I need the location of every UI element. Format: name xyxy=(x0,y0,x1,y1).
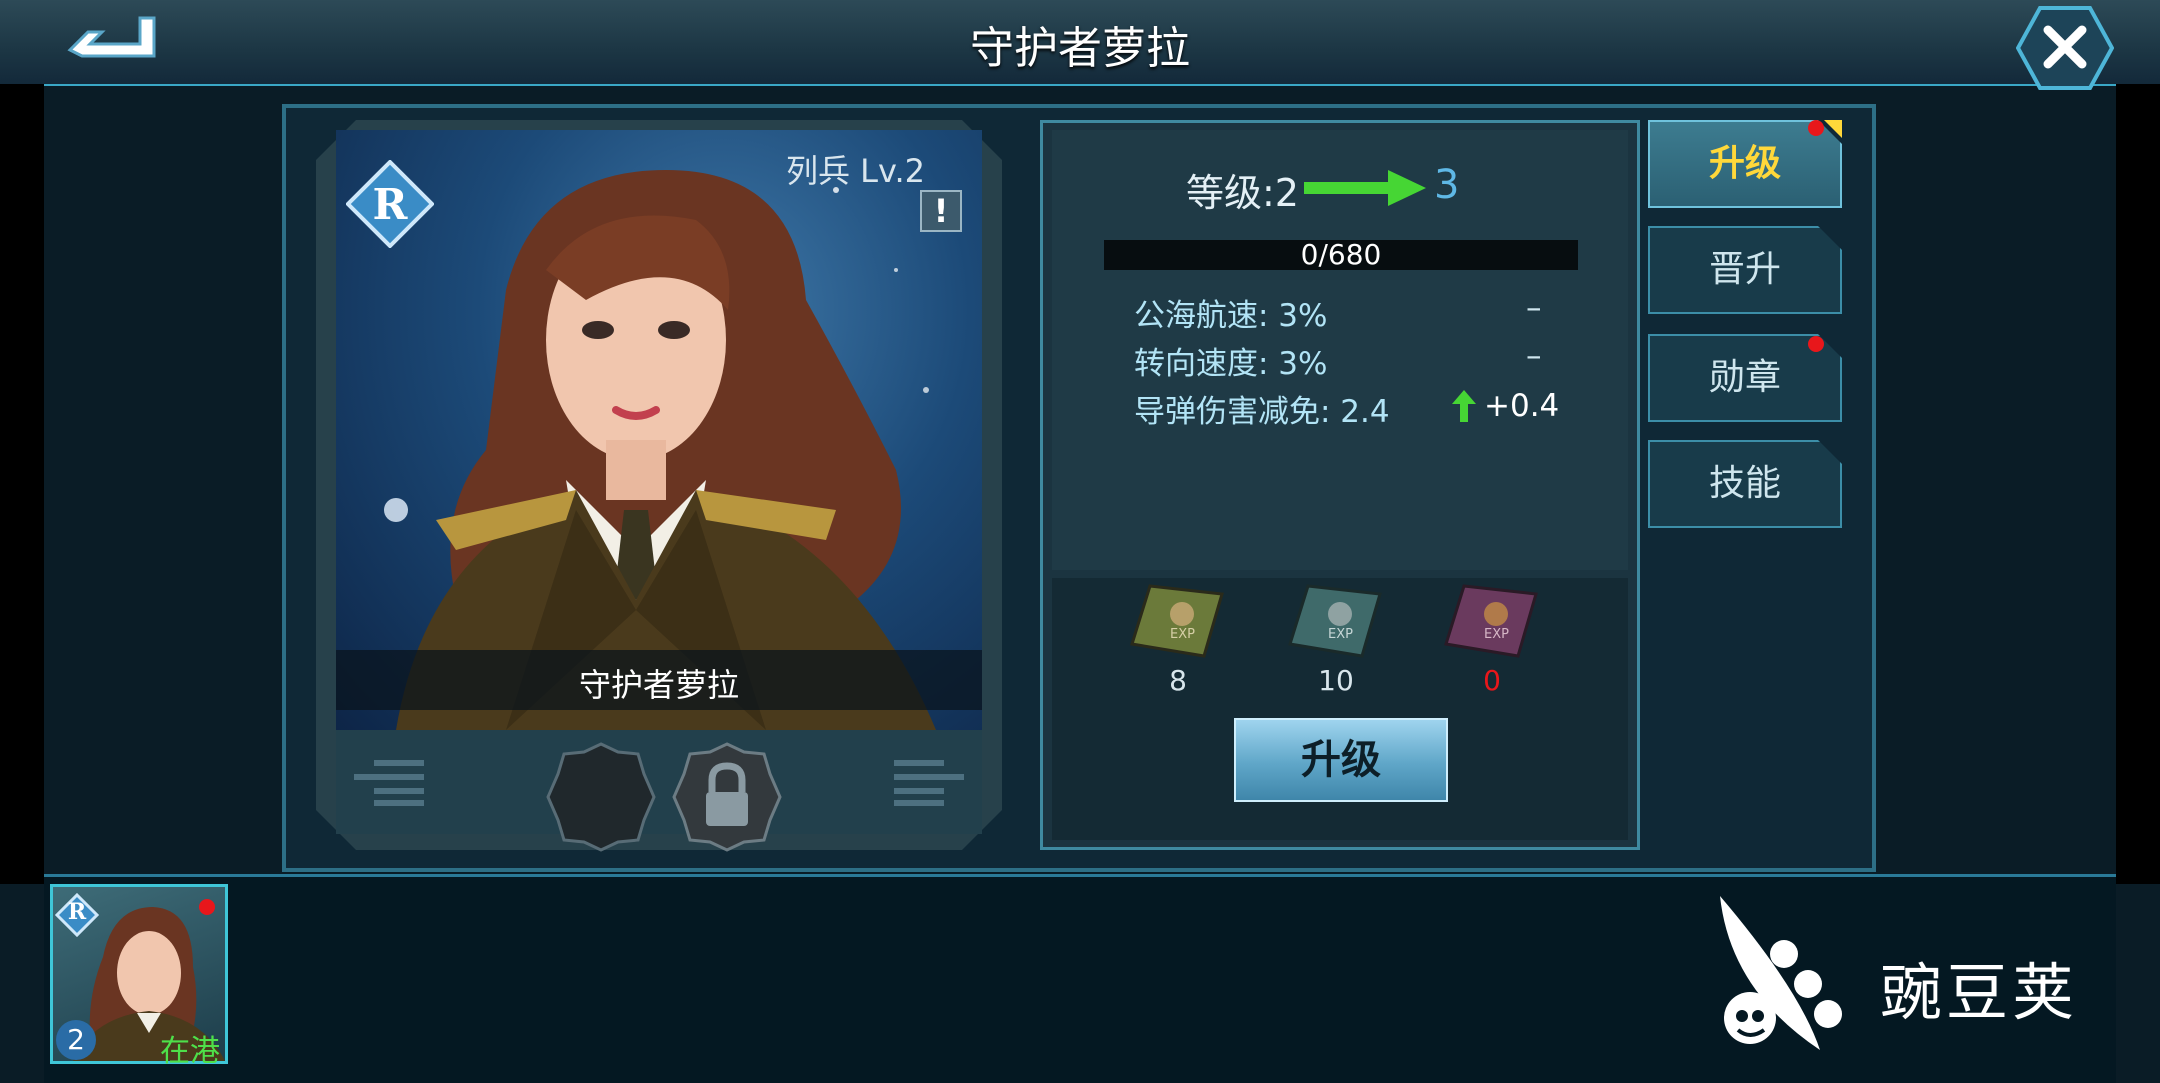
empty-slot-icon[interactable] xyxy=(546,742,656,852)
corner-marker-icon xyxy=(1824,120,1842,138)
stat-row: 导弹伤害减免: 2.4 xyxy=(1134,394,1390,430)
tab-upgrade[interactable]: 升级 xyxy=(1648,120,1842,208)
notification-dot xyxy=(199,899,215,915)
tab-label: 技能 xyxy=(1708,463,1781,504)
officer-name: 守护者萝拉 xyxy=(578,666,739,704)
svg-text:EXP: EXP xyxy=(1484,627,1509,642)
level-current: 等级:2 xyxy=(1186,171,1299,215)
locked-slot-icon[interactable] xyxy=(672,742,782,852)
level-next: 3 xyxy=(1434,162,1460,208)
exp-book-icon: EXP xyxy=(1444,584,1538,658)
rarity-letter: R xyxy=(372,180,408,229)
side-edge-right xyxy=(2116,84,2160,884)
exp-book-icon: EXP xyxy=(1130,584,1224,658)
thumb-rarity: R xyxy=(67,899,87,925)
page-title: 守护者萝拉 xyxy=(970,23,1190,74)
stat-row: 公海航速: 3% xyxy=(1134,298,1328,334)
back-button[interactable] xyxy=(62,8,164,68)
exp-item-purple[interactable]: EXP 0 xyxy=(1444,582,1540,697)
notification-dot xyxy=(1808,336,1824,352)
exp-text: 0/680 xyxy=(1300,238,1382,271)
stat-change: – xyxy=(1526,338,1542,374)
item-count: 8 xyxy=(1169,664,1187,697)
stat-row: 转向速度: 3% xyxy=(1134,346,1328,382)
item-count: 10 xyxy=(1318,664,1354,697)
side-edge-left xyxy=(0,84,44,884)
stat-change: – xyxy=(1526,290,1542,326)
info-icon[interactable]: ! xyxy=(920,190,962,232)
thumb-level: 2 xyxy=(56,1020,96,1060)
arrow-up-icon xyxy=(1452,390,1476,422)
exp-item-green[interactable]: EXP 8 xyxy=(1130,582,1226,697)
stat-bonus: +0.4 xyxy=(1484,388,1560,424)
exp-book-icon: EXP xyxy=(1288,584,1382,658)
thumb-status: 在港 xyxy=(160,1034,220,1069)
arrow-right-icon xyxy=(1304,170,1426,206)
exp-item-blue[interactable]: EXP 10 xyxy=(1288,582,1384,697)
tab-promote[interactable]: 晋升 xyxy=(1648,226,1842,314)
tab-label: 晋升 xyxy=(1708,249,1781,290)
decor-lines-left-icon xyxy=(354,760,424,806)
tab-skill[interactable]: 技能 xyxy=(1648,440,1842,528)
watermark-text: 豌豆荚 xyxy=(1880,956,2079,1029)
officer-card: 守护者萝拉 列兵 Lv.2 ! R xyxy=(316,120,1002,852)
notification-dot xyxy=(1808,120,1824,136)
card-slots xyxy=(336,730,982,852)
close-button[interactable] xyxy=(2015,4,2115,92)
upgrade-button[interactable]: 升级 xyxy=(1234,718,1448,802)
close-icon xyxy=(2015,6,2115,90)
officer-rank: 列兵 Lv.2 xyxy=(786,152,925,190)
svg-text:EXP: EXP xyxy=(1328,627,1353,642)
svg-text:EXP: EXP xyxy=(1170,627,1195,642)
decor-lines-right-icon xyxy=(894,760,964,806)
back-icon xyxy=(67,16,156,58)
tab-medal[interactable]: 勋章 xyxy=(1648,334,1842,422)
item-count: 0 xyxy=(1483,664,1501,697)
rarity-badge: R xyxy=(345,159,435,249)
